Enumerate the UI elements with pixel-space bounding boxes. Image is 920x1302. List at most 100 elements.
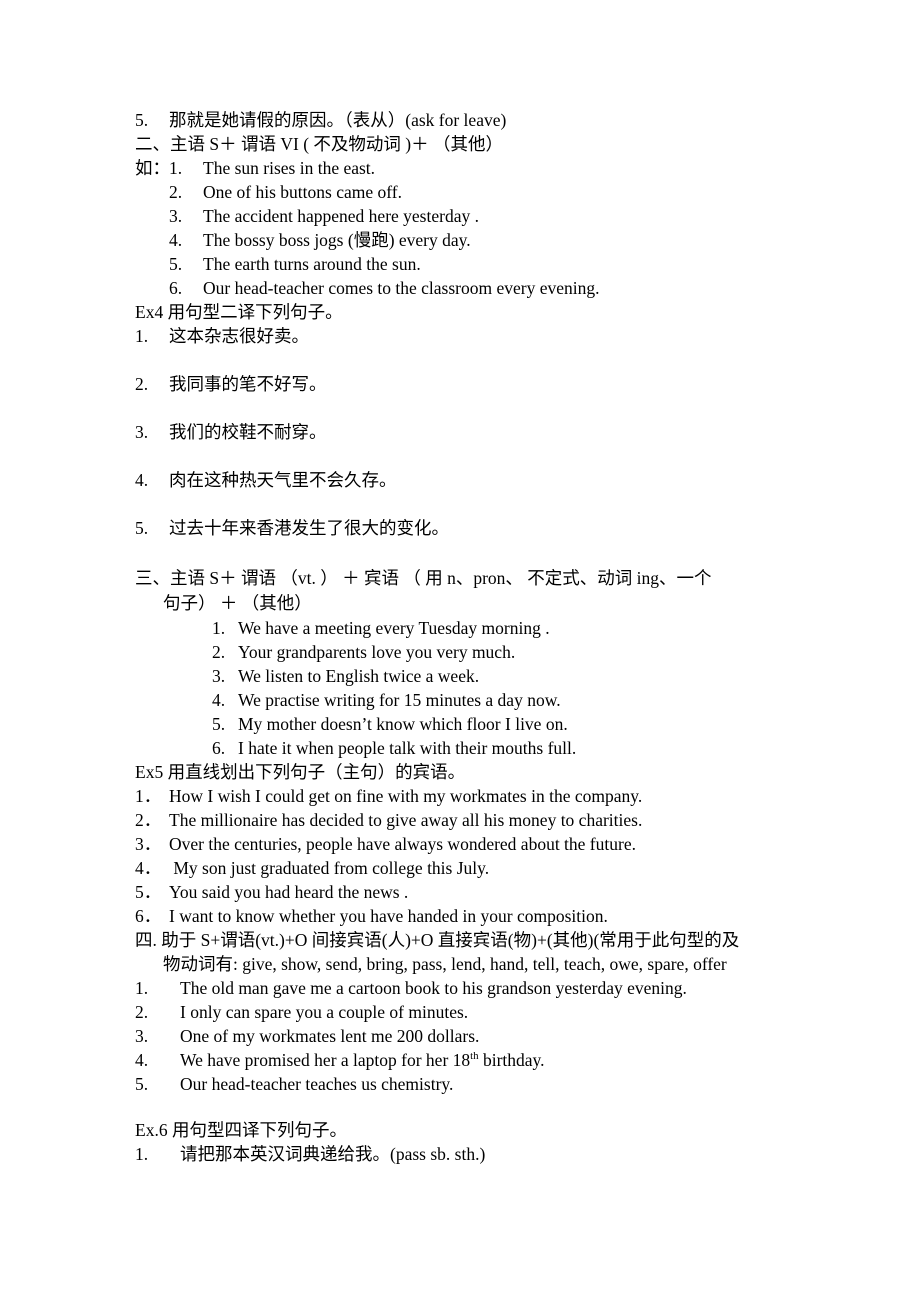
list-item-number: 5． [135, 882, 162, 902]
list-item-number: 1. [135, 326, 149, 346]
list-item-text: 肉在这种热天气里不会久存。 [169, 470, 397, 490]
list-item-number: 3. [212, 666, 226, 686]
pattern3-example-row: 4. We practise writing for 15 minutes a … [212, 688, 825, 712]
pattern3-example-row: 1. We have a meeting every Tuesday morni… [212, 616, 825, 640]
list-item-number: 5. [169, 254, 183, 274]
list-item-text: The old man gave me a cartoon book to hi… [180, 978, 687, 998]
pattern2-example-row: 6. Our head-teacher comes to the classro… [169, 276, 825, 300]
list-item-number: 3． [135, 834, 162, 854]
list-item: 5． You said you had heard the news . [135, 880, 825, 904]
pattern3-example-row: 5. My mother doesn’t know which floor I … [212, 712, 825, 736]
ex4-list: 1. 这本杂志很好卖。 2. 我同事的笔不好写。 3. 我们的校鞋不耐穿。 4.… [135, 324, 825, 540]
list-item-text: We practise writing for 15 minutes a day… [238, 690, 561, 710]
list-item-text: 这本杂志很好卖。 [169, 326, 309, 346]
pattern4-heading-line1: 四. 助于 S+谓语(vt.)+O 间接宾语(人)+O 直接宾语(物)+(其他)… [135, 930, 740, 950]
pattern2-example-row: 如： 1. The sun rises in the east. [135, 156, 825, 180]
list-item-text: The millionaire has decided to give away… [169, 810, 643, 830]
list-item-number: 1. [212, 618, 226, 638]
list-item-number: 4. [169, 230, 183, 250]
list-item: 2． The millionaire has decided to give a… [135, 808, 825, 832]
ex6-title: Ex.6 用句型四译下列句子。 [135, 1120, 347, 1140]
list-item-text: The accident happened here yesterday . [203, 206, 479, 226]
list-item-text: We have a meeting every Tuesday morning … [238, 618, 550, 638]
pattern3-example-row: 6. I hate it when people talk with their… [212, 736, 825, 760]
list-item-number: 4. [135, 470, 149, 490]
list-item-text: I hate it when people talk with their mo… [238, 738, 577, 758]
list-item-text-post: birthday. [478, 1050, 545, 1070]
list-item-text: Your grandparents love you very much. [238, 642, 516, 662]
ex5-title: Ex5 用直线划出下列句子（主句）的宾语。 [135, 762, 466, 782]
list-item-number: 2. [169, 182, 183, 202]
list-item: 4. 肉在这种热天气里不会久存。 [135, 468, 825, 492]
list-item-text: I only can spare you a couple of minutes… [180, 1002, 469, 1022]
list-item-text: The bossy boss jogs (慢跑) every day. [203, 230, 471, 250]
list-item-number: 1． [135, 786, 162, 806]
document-body: 5. 那就是她请假的原因。（表从）(ask for leave) 二、主语 S＋… [135, 108, 825, 1166]
list-item-text: The earth turns around the sun. [203, 254, 421, 274]
list-item-number: 6． [135, 906, 162, 926]
list-item-number: 4. [212, 690, 226, 710]
pattern2-example-row: 4. The bossy boss jogs (慢跑) every day. [169, 228, 825, 252]
list-item-text: My son just graduated from college this … [169, 858, 490, 878]
list-item-text: 我同事的笔不好写。 [169, 374, 327, 394]
pattern2-example-row: 2. One of his buttons came off. [169, 180, 825, 204]
examples-prefix: 如： [135, 158, 170, 178]
list-item-number: 1. [135, 978, 149, 998]
list-item: 4． My son just graduated from college th… [135, 856, 825, 880]
list-item-number: 2. [135, 374, 149, 394]
list-item: 5. 那就是她请假的原因。（表从）(ask for leave) [135, 108, 825, 132]
pattern4-example-row: 4. We have promised her a laptop for her… [135, 1048, 825, 1072]
list-item-text: You said you had heard the news . [169, 882, 409, 902]
list-item-number: 1. [169, 158, 183, 178]
pattern4-heading-line2: 物动词有: give, show, send, bring, pass, len… [163, 954, 727, 974]
list-item: 3． Over the centuries, people have alway… [135, 832, 825, 856]
list-item: 1． How I wish I could get on fine with m… [135, 784, 825, 808]
list-item-text: My mother doesn’t know which floor I liv… [238, 714, 568, 734]
pattern4-example-row: 5. Our head-teacher teaches us chemistry… [135, 1072, 825, 1096]
list-item-number: 6. [169, 278, 183, 298]
ex4-title: Ex4 用句型二译下列句子。 [135, 302, 343, 322]
list-item-text: One of his buttons came off. [203, 182, 402, 202]
list-item-text: Our head-teacher comes to the classroom … [203, 278, 600, 298]
pattern2-example-row: 5. The earth turns around the sun. [169, 252, 825, 276]
ordinal-superscript: th [470, 1050, 479, 1063]
list-item-number: 6. [212, 738, 226, 758]
pattern3-heading-line1: 三、主语 S＋ 谓语 （vt. ） ＋ 宾语 （ 用 n、pron、 不定式、动… [135, 568, 712, 588]
list-item-text: I want to know whether you have handed i… [169, 906, 608, 926]
pattern4-example-row: 3. One of my workmates lent me 200 dolla… [135, 1024, 825, 1048]
list-item-text: We listen to English twice a week. [238, 666, 480, 686]
list-item-number: 5. [135, 518, 149, 538]
list-item: 6． I want to know whether you have hande… [135, 904, 825, 928]
list-item: 3. 我们的校鞋不耐穿。 [135, 420, 825, 444]
list-item-text: 那就是她请假的原因。（表从）(ask for leave) [169, 110, 507, 130]
list-item-number: 3. [169, 206, 183, 226]
list-item-number: 2． [135, 810, 162, 830]
pattern3-example-row: 2. Your grandparents love you very much. [212, 640, 825, 664]
pattern2-example-row: 3. The accident happened here yesterday … [169, 204, 825, 228]
list-item-text: Our head-teacher teaches us chemistry. [180, 1074, 454, 1094]
list-item-text: 我们的校鞋不耐穿。 [169, 422, 327, 442]
pattern4-example-row: 2. I only can spare you a couple of minu… [135, 1000, 825, 1024]
pattern2-heading: 二、主语 S＋ 谓语 VI ( 不及物动词 )＋ （其他） [135, 134, 503, 154]
pattern4-example-row: 1. The old man gave me a cartoon book to… [135, 976, 825, 1000]
list-item: 1. 这本杂志很好卖。 [135, 324, 825, 348]
list-item-text: The sun rises in the east. [203, 158, 376, 178]
list-item-text: Over the centuries, people have always w… [169, 834, 636, 854]
list-item-text: One of my workmates lent me 200 dollars. [180, 1026, 480, 1046]
list-item-number: 3. [135, 422, 149, 442]
list-item-number: 5. [212, 714, 226, 734]
list-item-text: 请把那本英汉词典递给我。(pass sb. sth.) [180, 1144, 486, 1164]
pattern3-example-row: 3. We listen to English twice a week. [212, 664, 825, 688]
list-item-number: 2. [135, 1002, 149, 1022]
pattern3-heading-line2: 句子） ＋ （其他） [163, 593, 312, 613]
list-item-number: 5. [135, 1074, 149, 1094]
list-item-number: 4． [135, 858, 162, 878]
list-item-text-pre: We have promised her a laptop for her 18 [180, 1050, 471, 1070]
list-item-text: We have promised her a laptop for her 18… [180, 1048, 825, 1072]
list-item-text: 过去十年来香港发生了很大的变化。 [169, 518, 449, 538]
list-item-number: 2. [212, 642, 226, 662]
list-item-number: 1. [135, 1144, 149, 1164]
list-item: 5. 过去十年来香港发生了很大的变化。 [135, 516, 825, 540]
